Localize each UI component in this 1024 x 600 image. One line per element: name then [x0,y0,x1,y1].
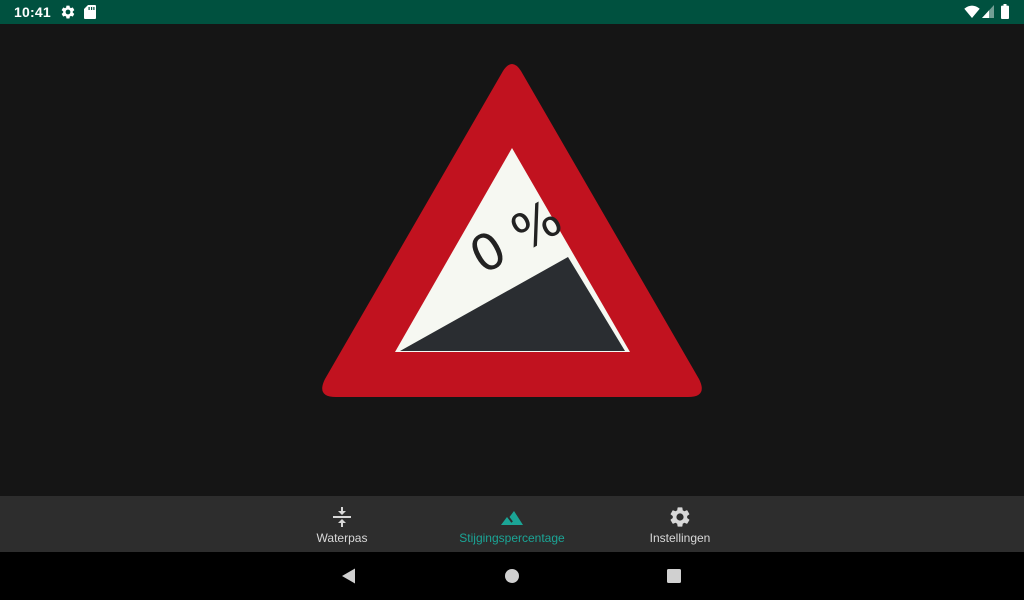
recents-icon[interactable] [664,566,684,586]
gear-icon [670,507,690,527]
nav-label-waterpas: Waterpas [316,531,368,545]
gradient-warning-sign: 0 % [322,64,702,397]
level-icon [333,507,351,527]
home-icon[interactable] [502,566,522,586]
nav-label-stijgingspercentage: Stijgingspercentage [459,531,565,545]
nav-item-stijgingspercentage[interactable]: Stijgingspercentage [427,496,597,552]
status-bar: 10:41 [0,0,1024,24]
bottom-navigation: Waterpas Stijgingspercentage Instellinge… [0,496,1024,552]
battery-icon [1001,4,1009,19]
nav-item-waterpas[interactable]: Waterpas [257,496,427,552]
sd-card-icon [84,5,96,19]
nav-label-instellingen: Instellingen [649,531,711,545]
system-navigation-bar [0,552,1024,600]
settings-icon [61,5,75,19]
cell-signal-icon [982,5,994,18]
wifi-icon [964,5,980,18]
nav-item-instellingen[interactable]: Instellingen [595,496,765,552]
main-content: 0 % [0,24,1024,496]
mountain-icon [501,511,523,525]
status-time: 10:41 [14,4,51,20]
back-icon[interactable] [339,566,359,586]
